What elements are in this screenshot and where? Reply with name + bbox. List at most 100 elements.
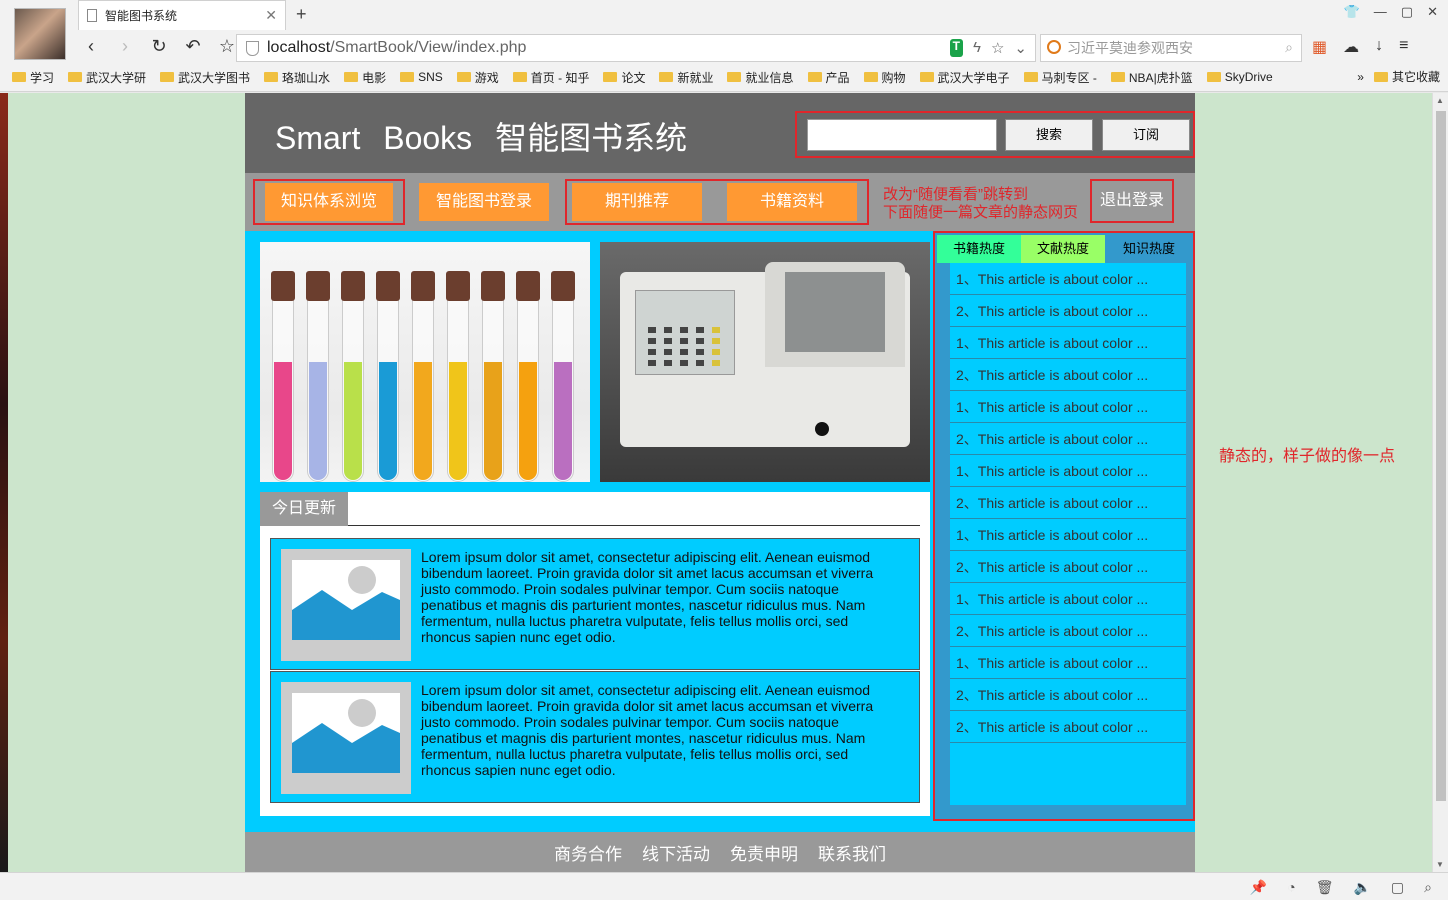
bookmark-item[interactable]: 马刺专区 - [1023,69,1097,86]
device-keypad [635,290,735,375]
bookmark-item[interactable]: 购物 [863,69,906,86]
zoom-icon[interactable]: ⌕ [1424,879,1432,896]
undo-icon[interactable]: ↶ [182,36,204,57]
bookmarks-more-icon[interactable]: » [1357,70,1364,84]
volume-icon[interactable]: 🔈 [1353,879,1370,896]
bookmark-item[interactable]: NBA|虎扑篮 [1110,69,1193,86]
journal-recommend-button[interactable]: 期刊推荐 [572,183,702,221]
bookmark-item[interactable]: 游戏 [456,69,499,86]
back-icon[interactable]: ‹ [80,36,102,57]
hot-list-item[interactable]: 2、This article is about color ... [950,615,1186,647]
bookmark-item[interactable]: 学习 [12,69,54,86]
menu-icon[interactable]: ≡ [1399,37,1408,57]
hot-list-item[interactable]: 1、This article is about color ... [950,455,1186,487]
hot-list-item[interactable]: 1、This article is about color ... [950,647,1186,679]
hot-list-item[interactable]: 1、This article is about color ... [950,391,1186,423]
trash-icon[interactable]: 🗑 [1316,879,1334,896]
hot-list-item[interactable]: 2、This article is about color ... [950,711,1186,743]
footer-link-events[interactable]: 线下活动 [642,840,710,865]
bookmark-item[interactable]: 电影 [344,69,386,86]
close-window-icon[interactable]: ✕ [1427,4,1438,20]
hot-list-item[interactable]: 2、This article is about color ... [950,487,1186,519]
tab-book-popularity[interactable]: 书籍热度 [937,235,1021,263]
dropdown-icon[interactable]: ⌄ [1014,39,1027,57]
bookmarks-overflow: » 其它收藏 [1357,68,1440,85]
site-search-input[interactable] [807,119,997,151]
hot-list-item[interactable]: 2、This article is about color ... [950,423,1186,455]
shirt-icon[interactable]: 👕 [1344,4,1360,20]
vertical-scrollbar[interactable]: ▲ ▼ [1432,93,1448,872]
site-header: Smart Books 智能图书系统 搜索 订阅 [245,93,1195,173]
hot-list-item[interactable]: 1、This article is about color ... [950,327,1186,359]
bookmark-item[interactable]: SkyDrive [1206,70,1273,84]
window-icon[interactable]: ▢ [1391,879,1404,896]
bookmark-item[interactable]: 首页 - 知乎 [512,69,589,86]
tab-underline [348,525,920,526]
subscribe-button[interactable]: 订阅 [1102,119,1190,151]
minimize-icon[interactable]: — [1374,4,1387,20]
today-updates-tab[interactable]: 今日更新 [260,492,348,526]
bookmark-item[interactable]: SNS [400,70,443,84]
scroll-down-icon[interactable]: ▼ [1436,860,1444,869]
cloud-icon[interactable]: ☁ [1343,37,1359,57]
bookmark-item[interactable]: 武汉大学电子 [919,69,1010,86]
folder-icon [344,72,359,82]
close-tab-icon[interactable]: ✕ [265,7,277,24]
bookmark-item[interactable]: 武汉大学研 [68,69,146,86]
profile-avatar[interactable] [14,8,66,60]
reload-icon[interactable]: ↻ [148,36,170,57]
bookmark-item[interactable]: 论文 [603,69,645,86]
download-icon[interactable]: ↓ [1375,37,1383,57]
address-bar[interactable]: localhost/SmartBook/View/index.php T ϟ ☆… [236,34,1036,62]
bookmark-item[interactable]: 珞珈山水 [264,69,330,86]
news-item[interactable]: Lorem ipsum dolor sit amet, consectetur … [270,671,920,803]
site-logo[interactable]: Smart Books 智能图书系统 [275,113,687,159]
browser-tab[interactable]: 智能图书系统 ✕ [78,0,286,30]
bookmark-star-icon[interactable]: ☆ [991,39,1004,57]
hot-list-item[interactable]: 2、This article is about color ... [950,359,1186,391]
bookmark-label: 论文 [621,70,646,85]
forward-icon[interactable]: › [114,36,136,57]
footer-link-disclaimer[interactable]: 免责申明 [730,840,798,865]
search-button[interactable]: 搜索 [1005,119,1093,151]
bookmark-label: 新就业 [677,70,714,85]
hot-list-item[interactable]: 1、This article is about color ... [950,519,1186,551]
bookmark-item[interactable]: 产品 [807,69,850,86]
bookmark-label: 就业信息 [745,70,794,85]
browser-search-box[interactable]: 习近平莫迪参观西安 ⌕ [1040,34,1302,62]
speed-icon[interactable]: ◔ [1287,879,1295,896]
scrollbar-thumb[interactable] [1436,111,1446,801]
hot-list-item[interactable]: 2、This article is about color ... [950,295,1186,327]
hot-list-item[interactable]: 1、This article is about color ... [950,263,1186,295]
apps-grid-icon[interactable]: ▦ [1312,37,1327,57]
new-tab-icon[interactable]: + [296,4,307,25]
logout-button[interactable]: 退出登录 [1090,179,1174,223]
pin-icon[interactable]: 📌 [1250,879,1267,896]
hot-list-item[interactable]: 2、This article is about color ... [950,551,1186,583]
bookmark-label: 产品 [825,70,850,85]
maximize-icon[interactable]: ▢ [1401,4,1413,20]
bookmark-item[interactable]: 就业信息 [727,69,794,86]
hot-list-item[interactable]: 2、This article is about color ... [950,679,1186,711]
tab-knowledge-popularity[interactable]: 知识热度 [1107,235,1191,263]
test-tube [551,271,575,482]
hot-list-item[interactable]: 1、This article is about color ... [950,583,1186,615]
lightning-icon[interactable]: ϟ [973,39,981,57]
bookmark-item[interactable]: 武汉大学图书 [160,69,250,86]
t-shield-icon[interactable]: T [949,39,964,57]
footer-link-business[interactable]: 商务合作 [554,840,622,865]
star-icon[interactable]: ☆ [216,36,238,57]
search-icon[interactable]: ⌕ [1285,39,1293,56]
bookmark-item[interactable]: 新就业 [659,69,713,86]
smart-login-button[interactable]: 智能图书登录 [419,183,549,221]
footer-link-contact[interactable]: 联系我们 [818,840,886,865]
news-item[interactable]: Lorem ipsum dolor sit amet, consectetur … [270,538,920,670]
bookmark-label: 武汉大学图书 [178,70,251,85]
bookmark-other[interactable]: 其它收藏 [1373,68,1440,85]
book-resources-button[interactable]: 书籍资料 [727,183,857,221]
knowledge-browse-button[interactable]: 知识体系浏览 [265,183,393,221]
tab-literature-popularity[interactable]: 文献热度 [1021,235,1105,263]
keypad-key [696,360,704,366]
scroll-up-icon[interactable]: ▲ [1436,96,1444,105]
search-annotation-box: 搜索 订阅 [795,111,1195,158]
